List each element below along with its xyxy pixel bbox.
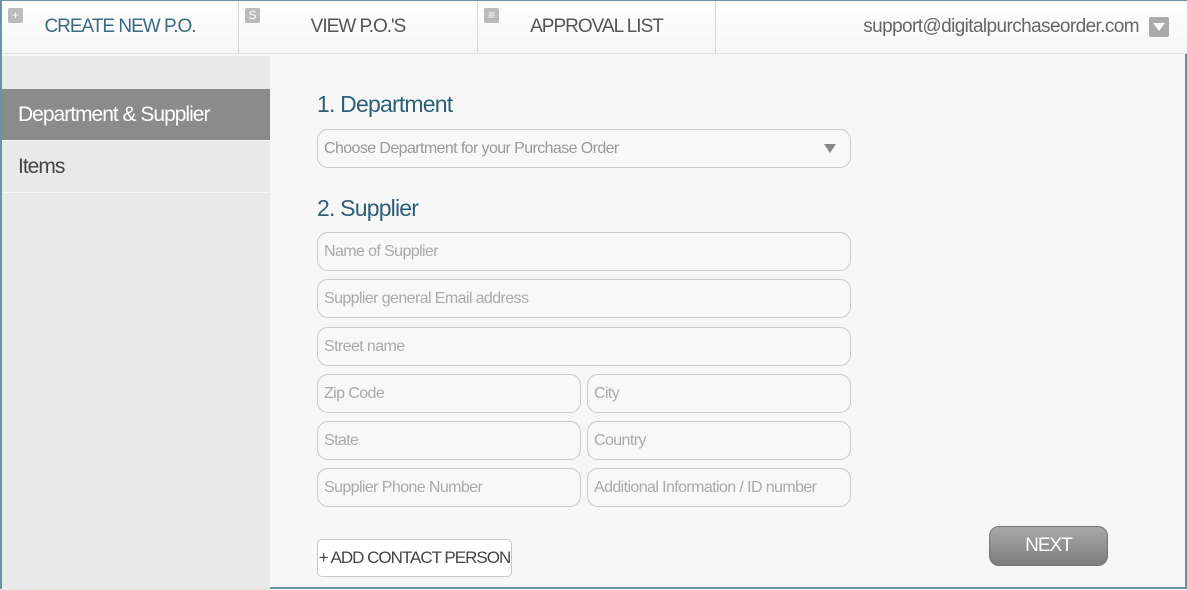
street-input[interactable] <box>317 327 851 366</box>
plus-icon: + <box>8 8 23 23</box>
list-icon: ≡ <box>484 8 499 23</box>
country-input[interactable] <box>587 421 851 460</box>
sidebar-item-items[interactable]: Items <box>2 141 270 193</box>
supplier-heading: 2. Supplier <box>317 195 419 221</box>
tab-approval-list[interactable]: ≡ APPROVAL LIST <box>478 1 716 53</box>
dollar-icon: S <box>245 8 260 23</box>
sidebar-item-department-supplier[interactable]: Department & Supplier <box>2 89 270 141</box>
state-input[interactable] <box>317 421 581 460</box>
department-select-value: Choose Department for your Purchase Orde… <box>324 139 619 157</box>
user-email: support@digitalpurchaseorder.com <box>863 16 1139 37</box>
tab-label: APPROVAL LIST <box>530 16 664 37</box>
next-button[interactable]: NEXT <box>989 526 1108 566</box>
supplier-email-input[interactable] <box>317 279 851 318</box>
tab-label: VIEW P.O.'S <box>310 16 407 37</box>
tab-create-new-po[interactable]: + CREATE NEW P.O. <box>2 1 239 53</box>
department-select[interactable]: Choose Department for your Purchase Orde… <box>317 129 851 168</box>
department-heading: 1. Department <box>317 91 453 117</box>
sidebar: Department & Supplier Items <box>2 56 270 590</box>
add-contact-person-button[interactable]: + ADD CONTACT PERSON <box>317 539 512 577</box>
additional-info-input[interactable] <box>587 468 851 507</box>
user-menu[interactable]: support@digitalpurchaseorder.com <box>863 1 1169 53</box>
dropdown-arrow-icon <box>824 144 836 153</box>
tab-view-pos[interactable]: S VIEW P.O.'S <box>239 1 478 53</box>
tab-label: CREATE NEW P.O. <box>44 16 196 37</box>
city-input[interactable] <box>587 374 851 413</box>
zip-input[interactable] <box>317 374 581 413</box>
chevron-down-icon[interactable] <box>1149 17 1169 37</box>
supplier-name-input[interactable] <box>317 232 851 271</box>
top-nav: + CREATE NEW P.O. S VIEW P.O.'S ≡ APPROVAL … <box>2 1 1187 54</box>
phone-input[interactable] <box>317 468 581 507</box>
